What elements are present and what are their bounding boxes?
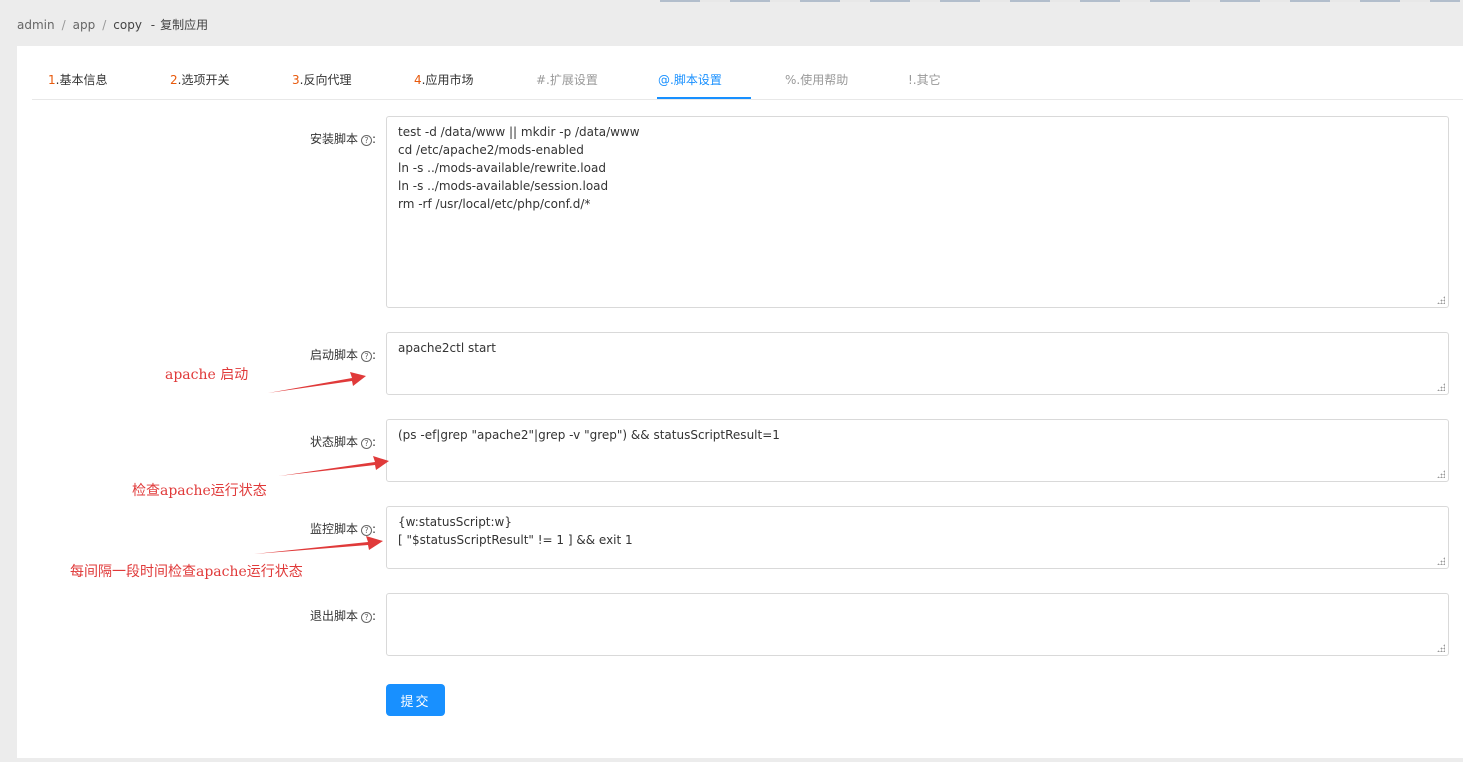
tab-usage-help[interactable]: %.使用帮助: [785, 46, 848, 100]
monitor-script-label-text: 监控脚本: [310, 522, 359, 536]
breadcrumb-page-title: 复制应用: [160, 18, 209, 32]
tab-number: 1: [48, 73, 56, 87]
breadcrumb: admin / app / copy - 复制应用: [17, 16, 208, 33]
monitor-script-value: {w:statusScript:w} [ "$statusScriptResul…: [398, 515, 633, 547]
install-script-textarea[interactable]: test -d /data/www || mkdir -p /data/www …: [386, 116, 1449, 308]
top-accent-strip: [660, 0, 1460, 2]
main-card: 1.基本信息 2.选项开关 3.反向代理 4.应用市场 #.扩展设置 @.脚本设…: [17, 46, 1463, 758]
help-icon[interactable]: ?: [361, 438, 373, 449]
tab-basic-info[interactable]: 1.基本信息: [48, 46, 107, 100]
exit-script-label-text: 退出脚本: [310, 609, 359, 623]
tab-option-switches[interactable]: 2.选项开关: [170, 46, 229, 100]
label-colon: :: [372, 435, 377, 449]
label-colon: :: [372, 348, 377, 362]
tab-app-market[interactable]: 4.应用市场: [414, 46, 473, 100]
submit-button[interactable]: 提交: [386, 684, 445, 716]
monitor-script-label: 监控脚本?:: [310, 520, 376, 537]
resize-grip-icon[interactable]: [1437, 296, 1445, 304]
breadcrumb-item-app[interactable]: app: [73, 18, 96, 32]
tab-reverse-proxy[interactable]: 3.反向代理: [292, 46, 351, 100]
tab-label: .选项开关: [177, 73, 230, 87]
resize-grip-icon[interactable]: [1437, 644, 1445, 652]
help-icon[interactable]: ?: [361, 525, 373, 536]
exit-script-textarea[interactable]: [386, 593, 1449, 656]
tab-other[interactable]: !.其它: [908, 46, 941, 100]
tab-number: 3: [292, 73, 300, 87]
breadcrumb-separator: /: [102, 18, 107, 32]
install-script-label: 安装脚本?:: [310, 130, 376, 147]
start-script-value: apache2ctl start: [398, 341, 496, 355]
tab-label: .基本信息: [55, 73, 108, 87]
resize-grip-icon[interactable]: [1437, 470, 1445, 478]
help-icon[interactable]: ?: [361, 612, 373, 623]
label-colon: :: [372, 132, 377, 146]
resize-grip-icon[interactable]: [1437, 557, 1445, 565]
status-script-label-text: 状态脚本: [310, 435, 359, 449]
tab-bar: 1.基本信息 2.选项开关 3.反向代理 4.应用市场 #.扩展设置 @.脚本设…: [32, 46, 1463, 100]
tab-script-settings[interactable]: @.脚本设置: [658, 46, 722, 100]
start-script-label: 启动脚本?:: [310, 346, 376, 363]
exit-script-label: 退出脚本?:: [310, 607, 376, 624]
resize-grip-icon[interactable]: [1437, 383, 1445, 391]
label-colon: :: [372, 609, 377, 623]
tab-number: 4: [414, 73, 422, 87]
monitor-script-textarea[interactable]: {w:statusScript:w} [ "$statusScriptResul…: [386, 506, 1449, 569]
install-script-label-text: 安装脚本: [310, 132, 359, 146]
status-script-value: (ps -ef|grep "apache2"|grep -v "grep") &…: [398, 428, 780, 442]
breadcrumb-separator: /: [61, 18, 66, 32]
annotation-start: apache 启动: [165, 367, 249, 383]
start-script-label-text: 启动脚本: [310, 348, 359, 362]
help-icon[interactable]: ?: [361, 351, 373, 362]
annotation-monitor: 每间隔一段时间检查apache运行状态: [70, 564, 303, 580]
breadcrumb-item-admin[interactable]: admin: [17, 18, 55, 32]
status-script-textarea[interactable]: (ps -ef|grep "apache2"|grep -v "grep") &…: [386, 419, 1449, 482]
tab-extension-settings[interactable]: #.扩展设置: [536, 46, 598, 100]
tab-label: .应用市场: [421, 73, 474, 87]
annotation-status: 检查apache运行状态: [132, 483, 267, 499]
install-script-value: test -d /data/www || mkdir -p /data/www …: [398, 125, 640, 211]
top-bar: admin / app / copy - 复制应用: [0, 0, 1463, 46]
breadcrumb-dash: -: [150, 18, 156, 32]
breadcrumb-item-copy: copy: [113, 18, 142, 32]
active-tab-indicator: [657, 97, 751, 99]
status-script-label: 状态脚本?:: [310, 433, 376, 450]
help-icon[interactable]: ?: [361, 135, 373, 146]
start-script-textarea[interactable]: apache2ctl start: [386, 332, 1449, 395]
tab-number: 2: [170, 73, 178, 87]
tab-label: .反向代理: [299, 73, 352, 87]
label-colon: :: [372, 522, 377, 536]
